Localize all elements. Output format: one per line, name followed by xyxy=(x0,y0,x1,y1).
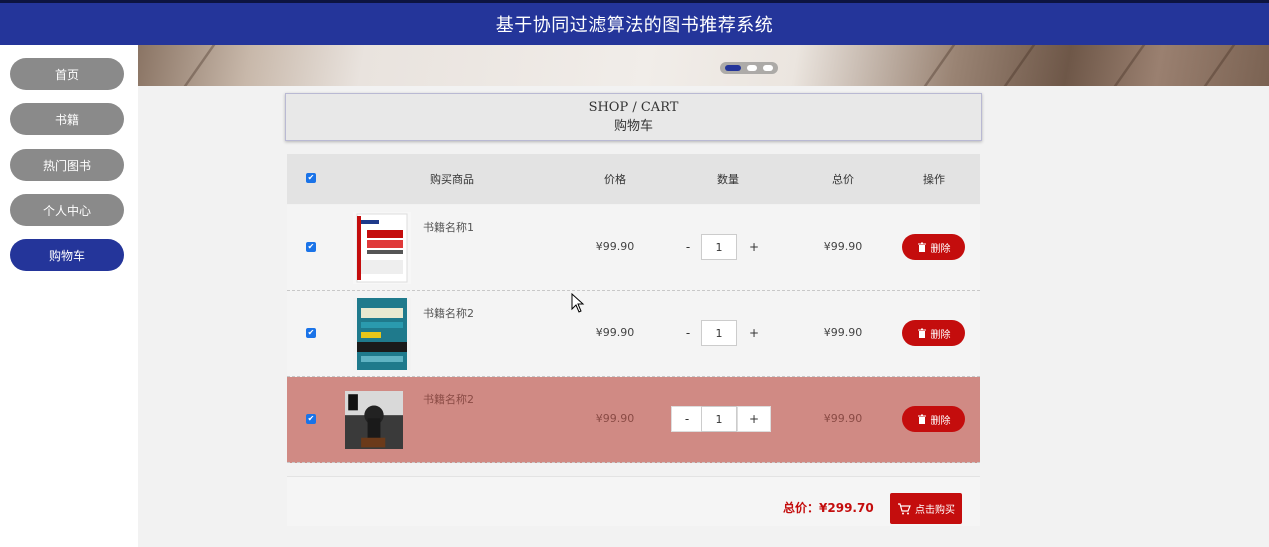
cart-title-en: SHOP / CART xyxy=(588,100,679,115)
row-checkbox[interactable]: ✔ xyxy=(306,414,316,424)
trash-icon xyxy=(917,328,926,338)
book-name[interactable]: 书籍名称2 xyxy=(423,305,474,321)
quantity-increase-button[interactable]: + xyxy=(737,234,771,260)
check-icon: ✔ xyxy=(307,173,315,182)
column-header-product: 购买商品 xyxy=(430,173,474,186)
row-checkbox[interactable]: ✔ xyxy=(306,328,316,338)
column-header-price: 价格 xyxy=(604,173,626,186)
check-icon: ✔ xyxy=(307,328,315,337)
delete-button[interactable]: 删除 xyxy=(902,234,965,260)
item-total: ¥99.90 xyxy=(823,412,863,425)
site-title: 基于协同过滤算法的图书推荐系统 xyxy=(495,15,774,36)
item-total: ¥99.90 xyxy=(823,326,863,339)
trash-icon xyxy=(917,414,926,424)
book-cover-image[interactable] xyxy=(353,212,411,284)
cart-title-box: SHOP / CART 购物车 xyxy=(285,93,982,141)
delete-label: 删除 xyxy=(930,415,951,427)
sidebar-nav: 首页 书籍 热门图书 个人中心 购物车 xyxy=(0,45,138,547)
delete-label: 删除 xyxy=(930,329,951,341)
sidebar-item-books[interactable]: 书籍 xyxy=(10,103,124,135)
table-header: ✔ 购买商品 价格 数量 总价 操作 xyxy=(287,154,980,204)
sidebar-item-cart[interactable]: 购物车 xyxy=(10,239,124,271)
column-header-total: 总价 xyxy=(832,173,854,186)
book-name[interactable]: 书籍名称1 xyxy=(423,219,474,235)
check-icon: ✔ xyxy=(307,242,315,251)
sidebar-item-hot-books[interactable]: 热门图书 xyxy=(10,149,124,181)
quantity-decrease-button[interactable]: - xyxy=(671,320,705,346)
item-total: ¥99.90 xyxy=(823,240,863,253)
banner-decoration xyxy=(1203,45,1236,86)
table-row: ✔ 书籍名称2 ¥99.90 - 1 + ¥99.90 删除 xyxy=(287,377,980,463)
book-name[interactable]: 书籍名称2 xyxy=(423,391,474,407)
delete-label: 删除 xyxy=(930,243,951,255)
book-cover-image[interactable] xyxy=(345,384,403,456)
cart-total: 总价：¥299.70 xyxy=(783,499,874,516)
item-price: ¥99.90 xyxy=(595,412,635,425)
column-header-quantity: 数量 xyxy=(717,173,739,186)
sidebar-item-home[interactable]: 首页 xyxy=(10,58,124,90)
banner-carousel xyxy=(138,45,1269,86)
delete-button[interactable]: 删除 xyxy=(902,406,965,432)
carousel-dot-1[interactable] xyxy=(725,65,741,71)
table-row: ✔ 书籍名称2 ¥99.90 - 1 + ¥99.90 删除 xyxy=(287,291,980,377)
mouse-pointer-icon xyxy=(571,293,585,313)
item-price: ¥99.90 xyxy=(595,240,635,253)
check-icon: ✔ xyxy=(307,414,315,423)
cart-title-cn: 购物车 xyxy=(613,119,653,134)
row-checkbox[interactable]: ✔ xyxy=(306,242,316,252)
carousel-dot-3[interactable] xyxy=(763,65,773,71)
quantity-input[interactable]: 1 xyxy=(701,320,737,346)
top-header-bar: 基于协同过滤算法的图书推荐系统 xyxy=(0,0,1269,45)
total-value: ¥299.70 xyxy=(819,501,874,515)
carousel-dot-2[interactable] xyxy=(747,65,757,71)
banner-decoration xyxy=(1003,45,1036,86)
quantity-increase-button[interactable]: + xyxy=(737,406,771,432)
quantity-increase-button[interactable]: + xyxy=(737,320,771,346)
banner-decoration xyxy=(1113,45,1146,86)
quantity-input[interactable]: 1 xyxy=(701,234,737,260)
cart-footer: 总价：¥299.70 点击购买 xyxy=(287,476,980,526)
total-label: 总价： xyxy=(783,501,820,515)
quantity-decrease-button[interactable]: - xyxy=(671,406,703,432)
book-cover-image[interactable] xyxy=(353,298,411,370)
item-price: ¥99.90 xyxy=(595,326,635,339)
cart-icon xyxy=(898,502,911,514)
table-row: ✔ 书籍名称1 ¥99.90 - 1 + ¥99.90 删除 xyxy=(287,205,980,291)
quantity-input[interactable]: 1 xyxy=(701,406,737,432)
banner-decoration xyxy=(923,45,956,86)
buy-button[interactable]: 点击购买 xyxy=(890,493,962,524)
select-all-checkbox[interactable]: ✔ xyxy=(306,173,316,183)
quantity-decrease-button[interactable]: - xyxy=(671,234,705,260)
delete-button[interactable]: 删除 xyxy=(902,320,965,346)
column-header-action: 操作 xyxy=(923,173,945,186)
sidebar-item-profile[interactable]: 个人中心 xyxy=(10,194,124,226)
carousel-indicators xyxy=(720,62,778,74)
buy-label: 点击购买 xyxy=(915,505,955,516)
banner-decoration xyxy=(183,45,216,86)
trash-icon xyxy=(917,242,926,252)
